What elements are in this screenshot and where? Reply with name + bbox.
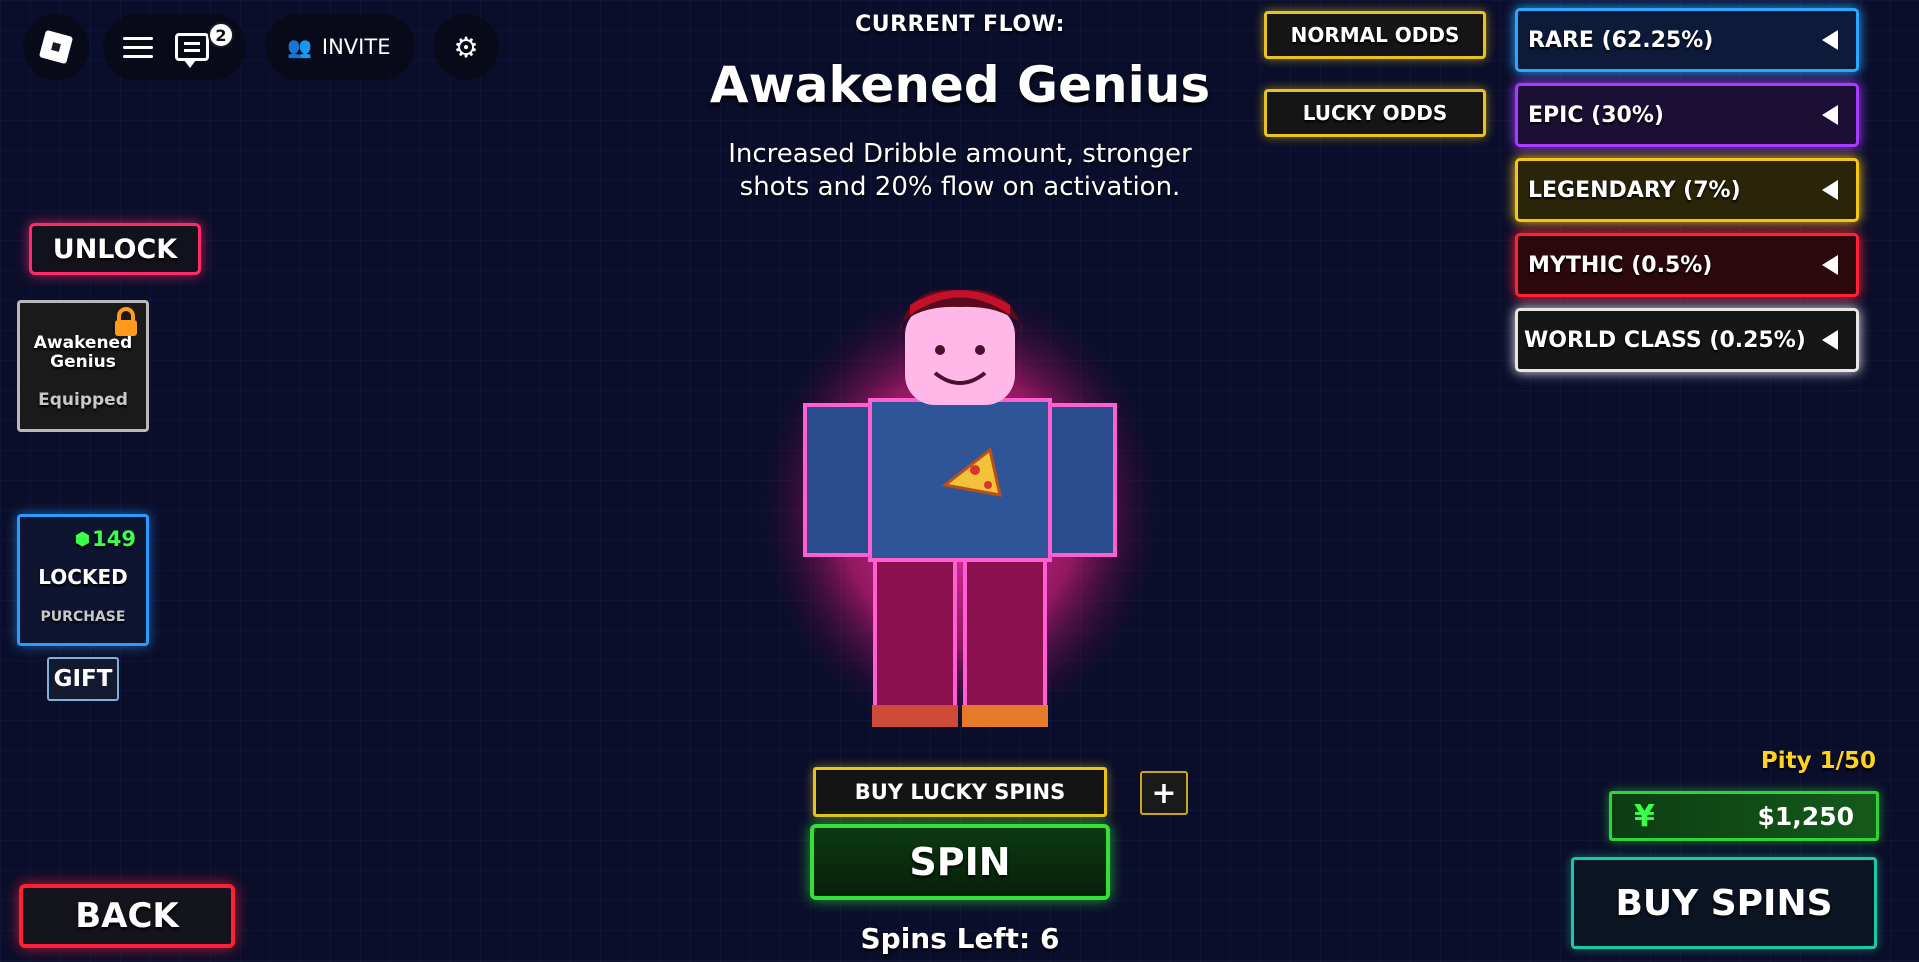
lucky-odds-button[interactable]: LUCKY ODDS	[1264, 89, 1486, 137]
rarity-label: MYTHIC (0.5%)	[1528, 252, 1713, 278]
robux-icon: ⬢	[74, 528, 91, 550]
card-price: 149	[92, 527, 136, 551]
flow-description: Increased Dribble amount, stronger shots…	[660, 138, 1260, 204]
chat-notification-badge: 2	[208, 22, 234, 48]
flow-name-title: Awakened Genius	[709, 56, 1211, 114]
rarity-label: LEGENDARY (7%)	[1528, 177, 1741, 203]
settings-button[interactable]: ⚙	[433, 14, 499, 80]
unlock-button[interactable]: UNLOCK	[29, 223, 201, 275]
invite-label: INVITE	[321, 35, 391, 59]
normal-odds-button[interactable]: NORMAL ODDS	[1264, 11, 1486, 59]
card-name: Awakened Genius	[34, 334, 133, 372]
rarity-rare[interactable]: RARE (62.25%)	[1515, 8, 1859, 72]
rarity-legendary[interactable]: LEGENDARY (7%)	[1515, 158, 1859, 222]
roblox-menu-button[interactable]	[23, 14, 89, 80]
buy-spins-button[interactable]: BUY SPINS	[1571, 857, 1877, 949]
menu-chat-pill: 2	[103, 14, 246, 80]
gear-icon: ⚙	[453, 30, 479, 64]
hamburger-menu-icon[interactable]	[123, 31, 153, 64]
expand-arrow-icon[interactable]	[1822, 330, 1838, 350]
locked-flow-card[interactable]: ⬢ 149 LOCKED PURCHASE	[17, 514, 149, 646]
expand-arrow-icon[interactable]	[1822, 180, 1838, 200]
expand-arrow-icon[interactable]	[1822, 255, 1838, 275]
pity-counter: Pity 1/50	[1760, 748, 1876, 774]
card-name-line2: Genius	[50, 352, 116, 372]
equipped-flow-card[interactable]: Awakened Genius Equipped	[17, 300, 149, 432]
card-status: Equipped	[38, 390, 128, 410]
rarity-label: RARE (62.25%)	[1528, 27, 1714, 53]
add-lucky-spins-button[interactable]: +	[1140, 771, 1188, 815]
expand-arrow-icon[interactable]	[1822, 30, 1838, 50]
rarity-world-class[interactable]: WORLD CLASS (0.25%)	[1515, 308, 1859, 372]
gift-button[interactable]: GIFT	[47, 657, 119, 701]
cash-amount: $1,250	[1757, 801, 1854, 831]
rarity-epic[interactable]: EPIC (30%)	[1515, 83, 1859, 147]
card-locked-label: LOCKED	[38, 565, 128, 589]
roblox-logo-icon	[38, 29, 74, 65]
flow-description-line1: Increased Dribble amount, stronger	[728, 139, 1192, 169]
rarity-mythic[interactable]: MYTHIC (0.5%)	[1515, 233, 1859, 297]
spin-button[interactable]: SPIN	[810, 824, 1110, 900]
flow-description-line2: shots and 20% flow on activation.	[739, 172, 1181, 202]
expand-arrow-icon[interactable]	[1822, 105, 1838, 125]
buy-lucky-spins-button[interactable]: BUY LUCKY SPINS	[813, 767, 1107, 817]
invite-button[interactable]: 👥 INVITE	[265, 14, 415, 80]
back-button[interactable]: BACK	[19, 884, 235, 948]
invite-friends-icon: 👥	[287, 35, 312, 59]
spins-left-counter: Spins Left: 6	[860, 922, 1060, 955]
current-flow-heading: CURRENT FLOW:	[855, 12, 1065, 37]
lock-icon	[113, 307, 139, 337]
currency-icon: ¥	[1634, 798, 1655, 834]
character-avatar	[760, 285, 1160, 735]
chat-icon[interactable]	[175, 33, 209, 68]
rarity-label: WORLD CLASS (0.25%)	[1524, 327, 1806, 353]
cash-balance: ¥ $1,250	[1609, 791, 1879, 841]
rarity-label: EPIC (30%)	[1528, 102, 1664, 128]
price-tag: ⬢ 149	[74, 527, 136, 551]
card-purchase-label[interactable]: PURCHASE	[41, 609, 126, 625]
